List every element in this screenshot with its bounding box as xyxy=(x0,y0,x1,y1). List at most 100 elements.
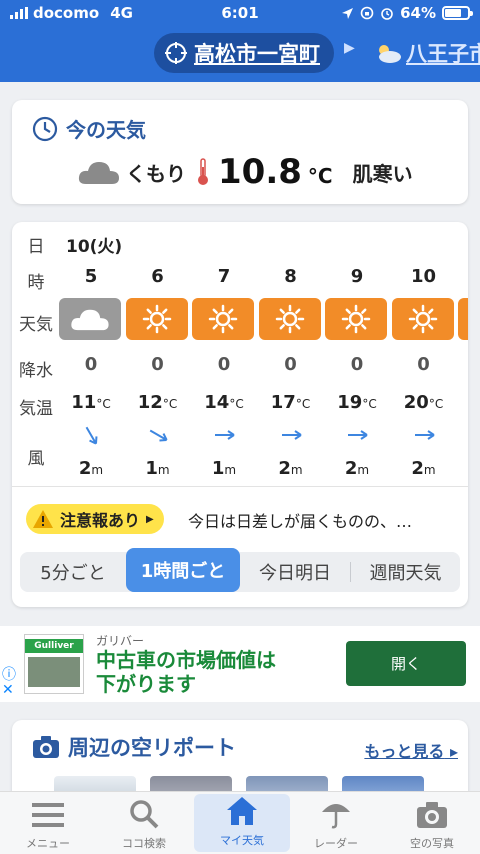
current-weather-card: 今の天気 くもり 10.8 °C 肌寒い xyxy=(12,100,468,204)
bottom-tab-bar: メニュー ココ検索 マイ天気 レーダー 空の写真 xyxy=(0,791,480,854)
forecast-precip: 0 xyxy=(151,354,164,375)
row-label-day: 日 xyxy=(27,237,45,257)
segment-weekly[interactable]: 週間天気 xyxy=(351,552,460,592)
battery-percent: 64% xyxy=(400,4,436,22)
current-weather-heading: 今の天気 xyxy=(32,114,146,143)
row-label-temp: 気温 xyxy=(19,399,53,419)
clock-icon xyxy=(32,116,58,141)
segment-hourly[interactable]: 1時間ごと xyxy=(126,548,240,592)
sky-report-heading: 周辺の空リポート xyxy=(32,732,236,762)
forecast-hour: 9 xyxy=(350,266,364,287)
forecast-wind-speed: 2m xyxy=(78,458,104,479)
rotation-lock-icon xyxy=(360,6,374,20)
other-location-label: 八王子市 xyxy=(406,42,480,66)
cloud-icon xyxy=(59,298,121,340)
forecast-precip: 0 xyxy=(84,354,98,375)
forecast-wind-speed: 2m xyxy=(344,458,370,479)
wind-direction-icon xyxy=(281,430,302,440)
forecast-hour: 8 xyxy=(284,266,297,287)
warning-badge-label: 注意報あり xyxy=(60,511,141,530)
umbrella-icon xyxy=(322,804,350,829)
sun-icon xyxy=(258,298,321,340)
location-arrow-icon xyxy=(342,7,354,19)
forecast-hour: 5 xyxy=(84,266,98,287)
next-arrow-icon: ▶ xyxy=(344,40,355,56)
camera-icon xyxy=(417,802,447,828)
ad-logo: Gulliver xyxy=(24,634,84,694)
ad-copy: 中古車の市場価値は 下がります xyxy=(96,648,276,696)
home-icon xyxy=(227,797,257,825)
search-icon xyxy=(130,800,159,829)
sun-icon xyxy=(325,298,387,340)
row-label-weather: 天気 xyxy=(19,315,53,335)
forecast-precip: 0 xyxy=(350,354,364,375)
sun-icon xyxy=(125,298,188,340)
sun-icon xyxy=(192,298,254,340)
row-label-hour: 時 xyxy=(27,273,45,293)
current-temp-unit: °C xyxy=(307,164,333,188)
current-temperature: 10.8 xyxy=(218,152,302,192)
warning-icon xyxy=(33,510,53,528)
wind-direction-icon xyxy=(149,429,168,442)
forecast-wind-speed: 2m xyxy=(411,458,436,479)
wind-direction-icon xyxy=(215,430,235,440)
ad-logo-text: Gulliver xyxy=(25,639,83,653)
thermometer-icon xyxy=(198,158,208,185)
ad-brand: ガリバー xyxy=(96,634,145,648)
see-more-link[interactable]: もっと見る ▸ xyxy=(364,738,458,762)
cloud-icon xyxy=(78,162,119,184)
row-label-wind: 風 xyxy=(27,449,45,469)
tab-menu[interactable]: メニュー xyxy=(0,792,96,854)
interval-segmented-control: 5分ごと 1時間ごと 今日明日 週間天気 xyxy=(20,548,460,592)
row-label-precip: 降水 xyxy=(19,361,53,381)
segment-5min[interactable]: 5分ごと xyxy=(20,552,126,592)
forecast-wind-speed: 1m xyxy=(211,458,237,479)
sky-report-title: 周辺の空リポート xyxy=(68,736,236,760)
ad-banner[interactable]: ⓘ ✕ Gulliver ガリバー 中古車の市場価値は 下がります 開く xyxy=(0,626,480,702)
forecast-temp: 11°C xyxy=(71,392,111,413)
tab-search[interactable]: ココ検索 xyxy=(96,792,192,854)
warning-badge-button[interactable]: 注意報あり ▶ xyxy=(26,504,164,534)
forecast-precip: 0 xyxy=(417,354,430,375)
alarm-icon xyxy=(381,8,393,20)
sun-icon xyxy=(391,298,454,340)
sun-cloud-icon xyxy=(379,45,401,63)
forecast-hour: 7 xyxy=(217,266,231,287)
forecast-hour: 10 xyxy=(410,266,437,287)
wind-direction-icon xyxy=(414,430,435,440)
tab-my-weather[interactable]: マイ天気 xyxy=(194,794,290,852)
wind-direction-icon xyxy=(348,430,368,440)
camera-icon xyxy=(33,736,59,758)
current-condition: くもり xyxy=(126,161,186,186)
tab-my-weather-label: マイ天気 xyxy=(220,834,264,847)
tab-radar[interactable]: レーダー xyxy=(288,792,384,854)
current-weather-title: 今の天気 xyxy=(66,118,146,142)
tab-radar-label: レーダー xyxy=(314,837,358,850)
ad-close-icon[interactable]: ✕ xyxy=(2,682,14,698)
forecast-temp: 20°C xyxy=(403,392,444,413)
forecast-summary-link[interactable]: 今日は日差しが届くものの、… xyxy=(188,508,412,532)
feels-like-text: 肌寒い xyxy=(352,161,413,186)
ad-open-button[interactable]: 開く xyxy=(346,641,466,686)
menu-icon xyxy=(32,803,64,827)
status-bar: docomo 4G 6:01 64% xyxy=(0,0,480,28)
current-location-button[interactable]: 高松市一宮町 xyxy=(154,33,334,73)
crosshair-icon xyxy=(165,42,187,64)
ad-copy-line1: 中古車の市場価値は xyxy=(96,648,276,672)
forecast-temp: 19°C xyxy=(337,392,377,413)
forecast-temp: 17°C xyxy=(270,392,311,413)
segment-today-tomorrow[interactable]: 今日明日 xyxy=(240,552,350,592)
forecast-precip: 0 xyxy=(217,354,231,375)
tab-sky-photos-label: 空の写真 xyxy=(410,837,454,850)
sun-icon xyxy=(458,298,468,340)
forecast-temp: 12°C xyxy=(137,392,178,413)
wind-direction-icon xyxy=(85,426,98,445)
ad-info-icon[interactable]: ⓘ xyxy=(2,664,16,684)
tab-search-label: ココ検索 xyxy=(122,837,166,850)
divider xyxy=(12,486,468,487)
see-more-label: もっと見る xyxy=(364,742,445,761)
other-location-button[interactable]: 八王子市 xyxy=(374,38,480,68)
tab-menu-label: メニュー xyxy=(26,837,70,850)
forecast-wind-speed: 1m xyxy=(145,458,170,479)
tab-sky-photos[interactable]: 空の写真 xyxy=(384,792,480,854)
